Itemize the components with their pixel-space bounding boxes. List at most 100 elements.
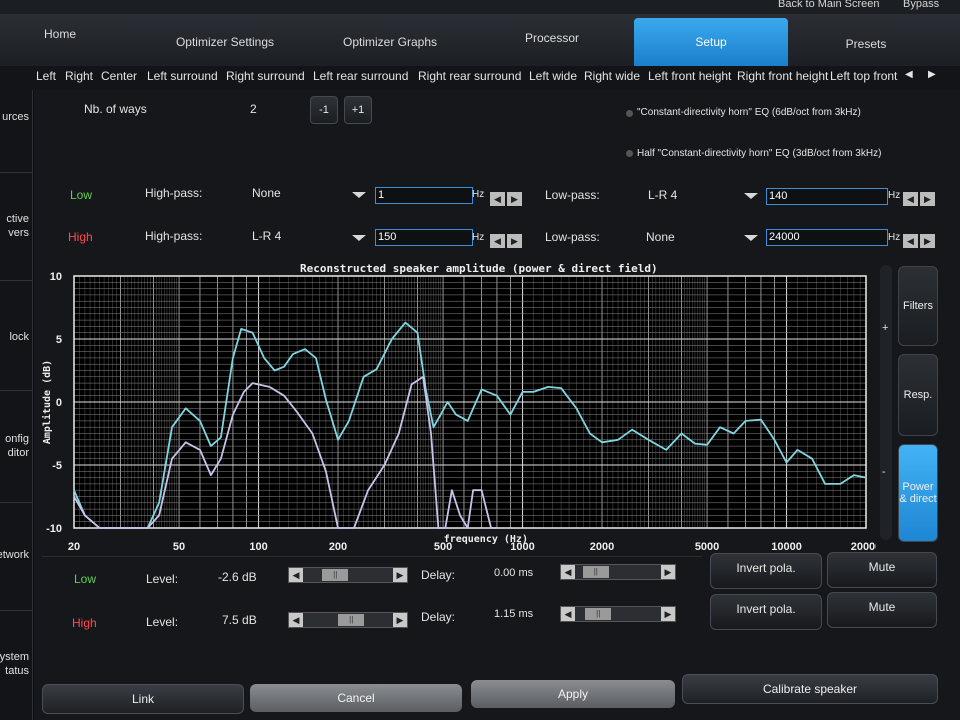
channel-tab-left-front-height[interactable]: Left front height: [648, 69, 731, 83]
high-highpass-stepper[interactable]: ◀ ▶: [490, 231, 524, 248]
tab-processor[interactable]: Processor: [472, 18, 632, 58]
high-highpass-type[interactable]: L-R 4: [252, 229, 281, 243]
high-lowpass-type[interactable]: None: [646, 230, 675, 244]
high-level-way-label: High: [72, 616, 97, 630]
zoom-in-label[interactable]: +: [882, 322, 888, 334]
eq-option-half-constant-directivity[interactable]: Half "Constant-directivity horn" EQ (3dB…: [637, 148, 881, 159]
scroll-left-icon[interactable]: ◀: [905, 69, 913, 80]
slider-right-icon[interactable]: ▶: [393, 613, 407, 627]
high-lowpass-freq-input[interactable]: 24000: [766, 229, 888, 246]
y-tick-label: 10: [50, 271, 62, 283]
low-lowpass-type[interactable]: L-R 4: [648, 188, 677, 202]
tab-optimizer-settings[interactable]: Optimizer Settings: [145, 22, 305, 62]
slider-thumb[interactable]: ||: [338, 614, 365, 626]
high-delay-slider[interactable]: ◀ || ▶: [560, 606, 676, 622]
dropdown-arrow-icon[interactable]: [352, 235, 366, 241]
slider-thumb[interactable]: ||: [322, 569, 349, 581]
chart-scrollbar[interactable]: [880, 265, 892, 540]
channel-tab-center[interactable]: Center: [101, 69, 137, 83]
x-tick-label: 2000: [590, 541, 614, 553]
filters-view-button[interactable]: Filters: [898, 266, 938, 346]
high-lowpass-stepper[interactable]: ◀ ▶: [903, 231, 937, 248]
low-lowpass-stepper[interactable]: ◀ ▶: [903, 189, 937, 206]
slider-left-icon[interactable]: ◀: [561, 607, 575, 621]
step-up-icon[interactable]: ▶: [507, 192, 522, 206]
low-level-slider[interactable]: ◀ || ▶: [288, 567, 408, 583]
apply-button[interactable]: Apply: [471, 680, 675, 708]
ways-increment-button[interactable]: +1: [344, 96, 372, 124]
zoom-out-label[interactable]: -: [882, 466, 886, 478]
unit-label: Hz: [472, 189, 485, 200]
high-mute-button[interactable]: Mute: [827, 592, 937, 628]
sidebar-item-block[interactable]: lock: [9, 330, 29, 344]
slider-left-icon[interactable]: ◀: [561, 565, 575, 579]
low-delay-slider[interactable]: ◀ || ▶: [560, 564, 676, 580]
y-tick-label: 5: [56, 334, 62, 346]
low-highpass-type[interactable]: None: [252, 186, 281, 200]
response-view-button[interactable]: Resp.: [898, 354, 938, 436]
sidebar-item-network[interactable]: etwork: [0, 548, 29, 562]
high-highpass-label: High-pass:: [145, 229, 203, 243]
dropdown-arrow-icon[interactable]: [744, 193, 758, 199]
step-down-icon[interactable]: ◀: [903, 234, 918, 248]
high-invert-polarity-button[interactable]: Invert pola.: [710, 594, 822, 630]
step-down-icon[interactable]: ◀: [903, 192, 918, 206]
channel-tab-right-surround[interactable]: Right surround: [226, 69, 305, 83]
slider-left-icon[interactable]: ◀: [289, 568, 303, 582]
channel-tab-left[interactable]: Left: [36, 69, 56, 83]
channel-tab-left-top-front[interactable]: Left top front: [830, 69, 897, 83]
high-delay-label: Delay:: [421, 610, 456, 624]
slider-right-icon[interactable]: ▶: [661, 565, 675, 579]
step-up-icon[interactable]: ▶: [920, 234, 935, 248]
tab-home[interactable]: Home: [0, 14, 140, 54]
sidebar-item-active-drivers[interactable]: ctive vers: [0, 212, 29, 240]
channel-tab-right[interactable]: Right: [65, 69, 93, 83]
slider-thumb[interactable]: ||: [585, 608, 612, 620]
link-button[interactable]: Link: [42, 684, 244, 714]
tab-setup[interactable]: Setup: [634, 18, 788, 66]
step-up-icon[interactable]: ▶: [920, 192, 935, 206]
dropdown-arrow-icon[interactable]: [744, 235, 758, 241]
bypass-link[interactable]: Bypass: [903, 0, 939, 10]
eq-option-radio[interactable]: [626, 110, 633, 117]
tab-presets[interactable]: Presets: [786, 22, 946, 66]
channel-tab-left-wide[interactable]: Left wide: [529, 69, 577, 83]
channel-tab-right-rear-surround[interactable]: Right rear surround: [418, 69, 521, 83]
low-lowpass-freq-input[interactable]: 140: [766, 188, 888, 205]
eq-option-constant-directivity[interactable]: "Constant-directivity horn" EQ (6dB/oct …: [637, 107, 861, 118]
slider-thumb[interactable]: ||: [582, 566, 609, 578]
eq-option-radio[interactable]: [626, 150, 633, 157]
power-direct-view-button[interactable]: Power & direct: [898, 444, 938, 542]
tab-optimizer-graphs[interactable]: Optimizer Graphs: [310, 22, 470, 62]
sidebar-item-sources[interactable]: urces: [2, 110, 29, 124]
sidebar-item-config-editor[interactable]: onfig ditor: [0, 432, 29, 460]
high-level-slider[interactable]: ◀ || ▶: [288, 612, 408, 628]
low-mute-button[interactable]: Mute: [827, 552, 937, 588]
y-tick-label: -5: [52, 460, 62, 472]
channel-tab-left-rear-surround[interactable]: Left rear surround: [313, 69, 408, 83]
x-tick-label: 100: [249, 541, 267, 553]
sidebar-divider: [0, 502, 32, 503]
slider-left-icon[interactable]: ◀: [289, 613, 303, 627]
cancel-button[interactable]: Cancel: [250, 684, 462, 712]
x-tick-label: 20: [68, 541, 80, 553]
low-delay-label: Delay:: [421, 568, 456, 582]
calibrate-speaker-button[interactable]: Calibrate speaker: [682, 674, 938, 704]
low-highpass-stepper[interactable]: ◀ ▶: [490, 189, 524, 206]
back-to-main-link[interactable]: Back to Main Screen: [778, 0, 880, 10]
dropdown-arrow-icon[interactable]: [352, 192, 366, 198]
channel-tab-right-wide[interactable]: Right wide: [584, 69, 640, 83]
sidebar-item-system-status[interactable]: ystem tatus: [0, 650, 29, 678]
channel-tab-left-surround[interactable]: Left surround: [147, 69, 218, 83]
step-up-icon[interactable]: ▶: [507, 234, 522, 248]
scroll-right-icon[interactable]: ▶: [928, 69, 936, 80]
slider-right-icon[interactable]: ▶: [393, 568, 407, 582]
high-highpass-freq-input[interactable]: 150: [375, 229, 473, 246]
step-down-icon[interactable]: ◀: [490, 234, 505, 248]
channel-tab-right-front-height[interactable]: Right front height: [737, 69, 828, 83]
step-down-icon[interactable]: ◀: [490, 192, 505, 206]
ways-decrement-button[interactable]: -1: [310, 96, 338, 124]
slider-right-icon[interactable]: ▶: [661, 607, 675, 621]
low-invert-polarity-button[interactable]: Invert pola.: [710, 553, 822, 589]
low-highpass-freq-input[interactable]: 1: [375, 187, 473, 204]
